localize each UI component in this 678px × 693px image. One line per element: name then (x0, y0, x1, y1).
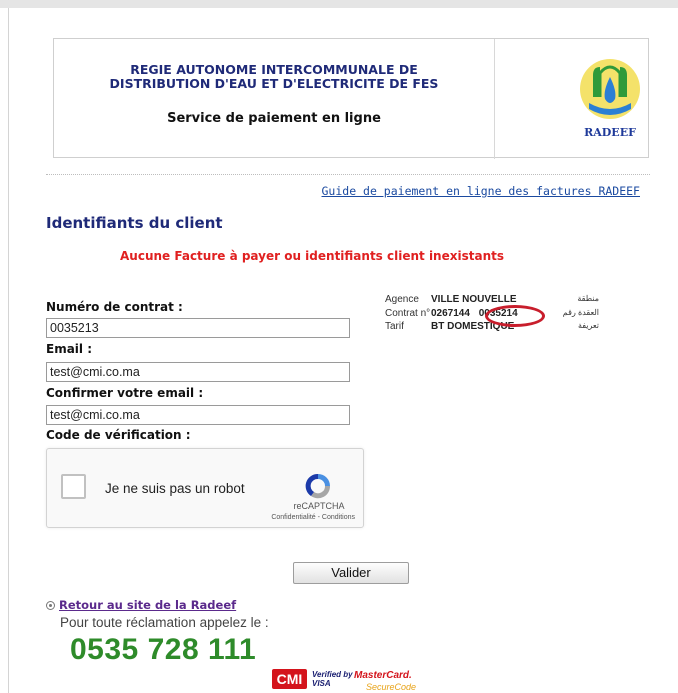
page-border (8, 8, 9, 693)
ci-contrat-label: Contrat n° (385, 308, 431, 319)
divider (46, 174, 650, 175)
recaptcha-checkbox[interactable] (61, 474, 86, 499)
error-message: Aucune Facture à payer ou identifiants c… (120, 249, 504, 263)
back-to-site-link[interactable]: Retour au site de la Radeef (59, 598, 236, 612)
confirm-email-label: Confirmer votre email : (46, 386, 204, 400)
contract-number-example-image: Agence VILLE NOUVELLE منطقة Contrat n°026… (377, 290, 599, 345)
logo-text: RADEEF (584, 126, 636, 139)
ci-tarif-label: Tarif (385, 321, 404, 332)
recaptcha-links[interactable]: Confidentialité - Conditions (247, 514, 355, 521)
recaptcha-widget: Je ne suis pas un robot reCAPTCHA Confid… (46, 448, 364, 528)
recaptcha-brand: reCAPTCHA (293, 501, 345, 511)
ci-contrat-prefix: 0267144 (431, 308, 470, 319)
ci-agence-label: Agence (385, 294, 419, 305)
claim-text: Pour toute réclamation appelez le : (60, 615, 269, 630)
ci-contrat-ar: العقدة رقم (562, 308, 599, 317)
header-divider (494, 39, 495, 159)
contract-input[interactable]: 0035213 (46, 318, 350, 338)
contract-label: Numéro de contrat : (46, 300, 183, 314)
radeef-emblem-icon (580, 59, 640, 119)
ci-agence-value: VILLE NOUVELLE (431, 294, 517, 305)
header-banner: REGIE AUTONOME INTERCOMMUNALE DE DISTRIB… (53, 38, 651, 159)
visa-line2: VISA (312, 679, 331, 688)
ci-tarif-ar: تعريفة (577, 321, 599, 330)
service-title: Service de paiement en ligne (167, 111, 381, 126)
ci-highlight-circle (485, 305, 545, 327)
cmi-logo: CMI (272, 669, 307, 689)
header-text: REGIE AUTONOME INTERCOMMUNALE DE DISTRIB… (54, 39, 494, 159)
recaptcha-label: Je ne suis pas un robot (105, 481, 245, 496)
mastercard-line2: SecureCode (366, 682, 417, 692)
mastercard-line1: MasterCard. (354, 670, 412, 681)
org-title: REGIE AUTONOME INTERCOMMUNALE DE DISTRIB… (54, 63, 494, 91)
confirm-email-input[interactable]: test@cmi.co.ma (46, 405, 350, 425)
guide-link[interactable]: Guide de paiement en ligne des factures … (322, 184, 641, 198)
section-title: Identifiants du client (46, 214, 223, 232)
verification-code-label: Code de vérification : (46, 428, 191, 442)
verified-by-visa-logo: Verified by VISA (312, 670, 353, 688)
ci-agence-row: Agence VILLE NOUVELLE (385, 294, 517, 306)
validate-button[interactable]: Valider (293, 562, 409, 584)
org-title-line1: REGIE AUTONOME INTERCOMMUNALE DE (130, 62, 418, 77)
email-input[interactable]: test@cmi.co.ma (46, 362, 350, 382)
email-label: Email : (46, 342, 93, 356)
visa-line1: Verified by (312, 670, 353, 679)
back-row: Retour au site de la Radeef (46, 598, 236, 612)
bullet-icon (46, 601, 55, 610)
ci-agence-ar: منطقة (577, 294, 599, 303)
radeef-logo: RADEEF (569, 53, 651, 145)
top-bar (0, 0, 678, 8)
org-title-line2: DISTRIBUTION D'EAU ET D'ELECTRICITE DE F… (109, 76, 439, 91)
recaptcha-icon (305, 473, 331, 499)
phone-number: 0535 728 111 (70, 633, 257, 666)
